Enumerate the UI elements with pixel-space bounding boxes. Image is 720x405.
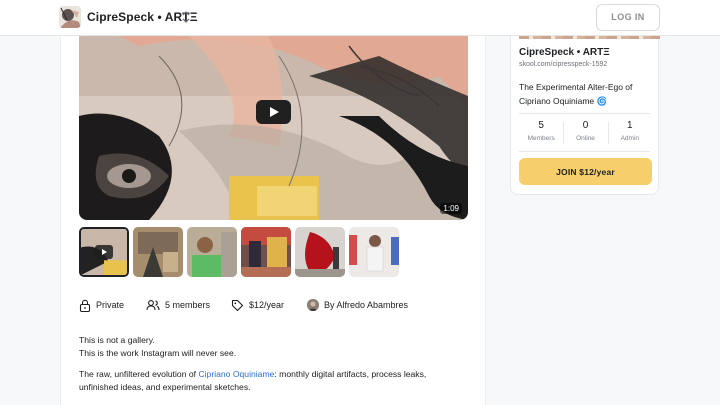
video-player[interactable]: 1:09 xyxy=(79,36,468,220)
group-logo[interactable] xyxy=(59,6,81,28)
description-line: unfinished ideas, and experimental sketc… xyxy=(79,382,251,392)
group-info-card: CipreSpeck • ARTΞ skool.com/cipresspeck-… xyxy=(510,36,660,195)
stat-label: Admin xyxy=(620,135,640,142)
privacy-info: Private xyxy=(79,298,124,312)
stat-label: Online xyxy=(576,135,595,142)
description-line: This is not a gallery. xyxy=(79,335,155,345)
members-info: 5 members xyxy=(146,298,210,312)
members-icon xyxy=(146,300,160,311)
description-line: This is the work Instagram will never se… xyxy=(79,348,237,358)
artist-link[interactable]: Cipriano Oquiniame xyxy=(198,369,274,379)
group-tagline: The Experimental Alter-Ego of Cipriano O… xyxy=(519,80,653,108)
group-switcher-icon[interactable] xyxy=(180,9,192,25)
author-avatar[interactable] xyxy=(307,299,319,311)
stat-admin: 1 Admin xyxy=(607,120,652,146)
stat-value: 5 xyxy=(538,120,544,131)
stat-label: Members xyxy=(527,135,555,142)
stat-members: 5 Members xyxy=(519,120,563,146)
photo-thumbnail-4[interactable] xyxy=(295,227,345,277)
stat-value: 1 xyxy=(627,120,633,131)
group-cover-image xyxy=(519,36,660,39)
divider xyxy=(519,151,650,152)
login-button[interactable]: LOG IN xyxy=(596,4,660,31)
stat-value: 0 xyxy=(582,120,589,131)
video-thumbnail[interactable] xyxy=(79,227,129,277)
top-header: CipreSpeck • ARTΞ LOG IN xyxy=(0,0,720,36)
group-tagline-text: The Experimental Alter-Ego of Cipriano O… xyxy=(519,82,633,106)
divider xyxy=(519,113,650,114)
photo-thumbnail-3[interactable] xyxy=(241,227,291,277)
author-info[interactable]: By Alfredo Abambres xyxy=(307,298,408,312)
photo-thumbnail-1[interactable] xyxy=(133,227,183,277)
play-button-icon[interactable] xyxy=(256,100,291,124)
photo-thumbnail-5[interactable] xyxy=(349,227,399,277)
description-intro: This is not a gallery. This is the work … xyxy=(79,334,236,360)
photo-thumbnail-2[interactable] xyxy=(187,227,237,277)
lock-icon xyxy=(79,299,91,312)
description-text: : monthly digital artifacts, process lea… xyxy=(274,369,427,379)
group-url: skool.com/cipresspeck-1592 xyxy=(519,61,608,68)
description-body: The raw, unfiltered evolution of Ciprian… xyxy=(79,368,426,394)
privacy-label: Private xyxy=(96,300,125,310)
thumbnail-play-icon xyxy=(95,245,113,259)
group-title: CipreSpeck • ARTΞ xyxy=(519,47,610,58)
group-stats: 5 Members 0 Online 1 Admin xyxy=(519,120,652,146)
stat-online: 0 Online xyxy=(563,120,607,146)
price-info: $12/year xyxy=(231,298,284,312)
members-label: 5 members xyxy=(165,300,211,310)
join-button[interactable]: JOIN $12/year xyxy=(519,158,652,185)
price-label: $12/year xyxy=(249,300,285,310)
tag-icon xyxy=(231,299,244,311)
video-duration: 1:09 xyxy=(440,203,462,214)
main-content-card: 1:09 Private 5 members $12/year By Alfre… xyxy=(60,36,486,405)
description-text: The raw, unfiltered evolution of xyxy=(79,369,199,379)
spiral-icon: 🌀 xyxy=(596,96,608,106)
author-label[interactable]: By Alfredo Abambres xyxy=(324,300,408,310)
